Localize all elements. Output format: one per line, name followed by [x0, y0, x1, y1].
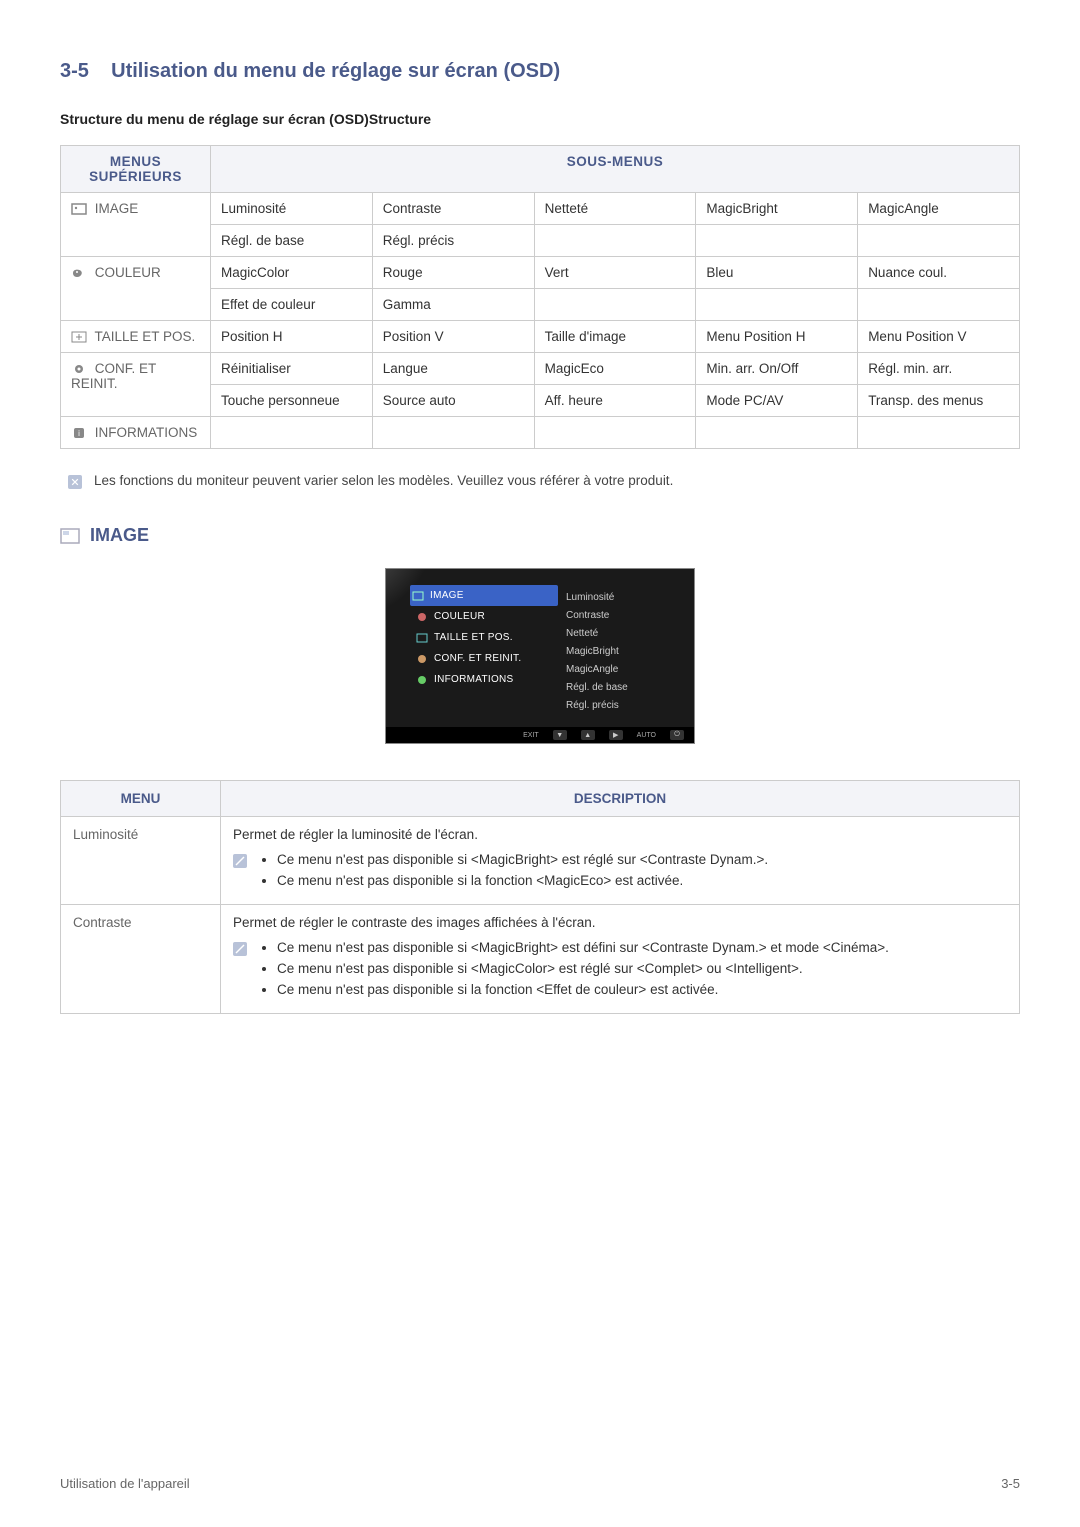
osd-right-submenu: Luminosité Contraste Netteté MagicBright…: [566, 589, 628, 715]
desc-row-contraste-body: Permet de régler le contraste des images…: [221, 905, 1020, 1014]
osd-screenshot: IMAGE COULEUR TAILLE ET POS. CONF. ET RE…: [385, 568, 695, 744]
up-arrow-icon: ▲: [581, 730, 595, 740]
note-icon: [68, 475, 82, 489]
th-menu: MENU: [61, 781, 221, 817]
note-icon: [233, 942, 247, 956]
note-icon: [233, 854, 247, 868]
power-icon: ⏻: [670, 730, 684, 740]
info-icon: i: [71, 427, 87, 439]
section-title: Utilisation du menu de réglage sur écran…: [111, 60, 560, 82]
svg-text:i: i: [78, 429, 80, 438]
structure-subheading: Structure du menu de réglage sur écran (…: [60, 111, 1020, 127]
auto-label: AUTO: [637, 732, 656, 739]
section-heading: 3-5 Utilisation du menu de réglage sur é…: [60, 60, 1020, 83]
menu-conf: CONF. ET REINIT.: [61, 353, 211, 417]
footer-left: Utilisation de l'appareil: [60, 1476, 190, 1491]
osd-structure-table: MENUS SUPÉRIEURS SOUS-MENUS IMAGE Lumino…: [60, 145, 1020, 449]
size-icon: [71, 331, 87, 343]
osd-item-conf: CONF. ET REINIT.: [414, 648, 554, 669]
osd-item-couleur: COULEUR: [414, 606, 554, 627]
menu-taille: TAILLE ET POS.: [61, 321, 211, 353]
th-description: DESCRIPTION: [221, 781, 1020, 817]
osd-footer: EXIT ▼ ▲ ▶ AUTO ⏻: [386, 727, 694, 743]
desc-row-luminosite-body: Permet de régler la luminosité de l'écra…: [221, 817, 1020, 905]
th-menus-sup: MENUS SUPÉRIEURS: [61, 146, 211, 193]
size-icon: [416, 632, 428, 644]
image-menu-icon: [71, 203, 87, 215]
note: Les fonctions du moniteur peuvent varier…: [68, 473, 1020, 489]
right-arrow-icon: ▶: [609, 730, 623, 740]
note-text: Les fonctions du moniteur peuvent varier…: [94, 473, 673, 488]
down-arrow-icon: ▼: [553, 730, 567, 740]
osd-item-image: IMAGE: [410, 585, 558, 606]
footer-right: 3-5: [1001, 1476, 1020, 1491]
image-icon: [412, 590, 424, 602]
palette-icon: [416, 611, 428, 623]
osd-item-taille: TAILLE ET POS.: [414, 627, 554, 648]
image-section-icon: [60, 528, 80, 544]
osd-item-info: INFORMATIONS: [414, 669, 554, 690]
menu-info: i INFORMATIONS: [61, 417, 211, 449]
desc-row-luminosite-menu: Luminosité: [61, 817, 221, 905]
menu-image: IMAGE: [61, 193, 211, 257]
osd-left-menu: IMAGE COULEUR TAILLE ET POS. CONF. ET RE…: [414, 585, 554, 690]
section-number: 3-5: [60, 60, 89, 82]
gear-icon: [416, 653, 428, 665]
image-section-title: IMAGE: [60, 525, 1020, 546]
desc-row-contraste-menu: Contraste: [61, 905, 221, 1014]
exit-label: EXIT: [523, 732, 539, 739]
info-icon: [416, 674, 428, 686]
gear-icon: [71, 363, 87, 375]
th-sous-menus: SOUS-MENUS: [211, 146, 1020, 193]
palette-icon: [71, 267, 87, 279]
menu-couleur: COULEUR: [61, 257, 211, 321]
description-table: MENU DESCRIPTION Luminosité Permet de ré…: [60, 780, 1020, 1014]
page-footer: Utilisation de l'appareil 3-5: [60, 1476, 1020, 1491]
